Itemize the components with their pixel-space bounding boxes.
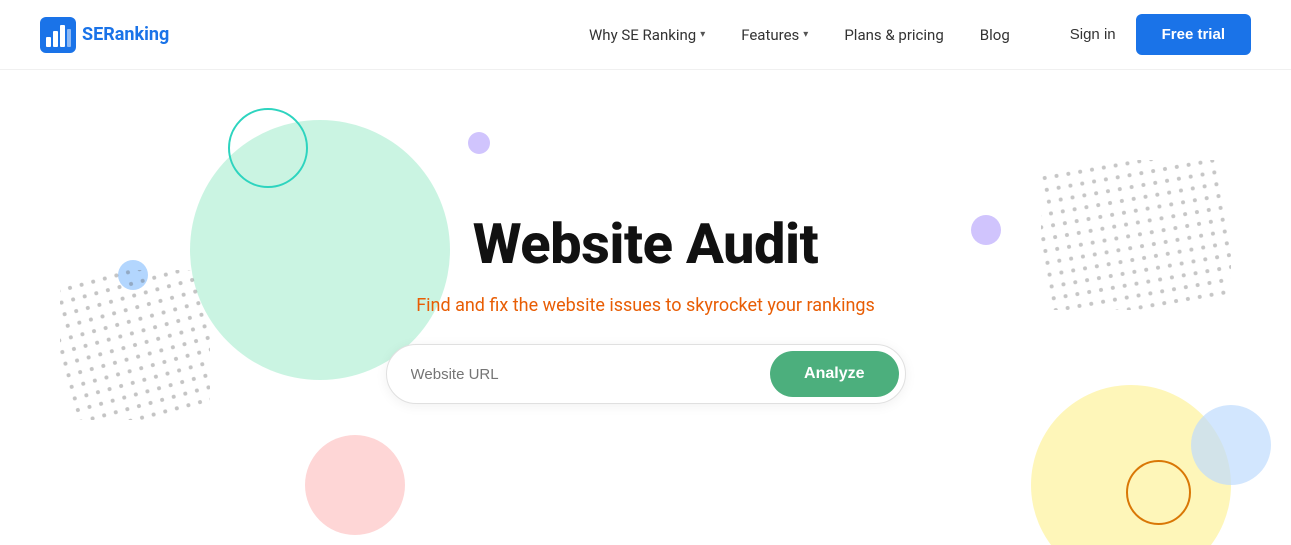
deco-pink-circle	[305, 435, 405, 535]
deco-blue-right-circle	[1191, 405, 1271, 485]
deco-dots-left	[60, 270, 210, 420]
analyze-button[interactable]: Analyze	[770, 351, 898, 397]
why-chevron-icon: ▾	[700, 29, 705, 40]
deco-purple-small-circle	[468, 132, 490, 154]
hero-title: Website Audit	[473, 211, 819, 277]
hero-subtitle: Find and fix the website issues to skyro…	[416, 295, 875, 316]
nav-why[interactable]: Why SE Ranking ▾	[589, 26, 705, 44]
hero-content: Website Audit Find and fix the website i…	[386, 211, 906, 404]
deco-purple-right-circle	[971, 215, 1001, 245]
signin-button[interactable]: Sign in	[1070, 26, 1116, 43]
nav-features[interactable]: Features ▾	[741, 26, 808, 44]
logo-text: SERanking	[82, 24, 169, 45]
logo-icon	[40, 17, 76, 53]
nav-blog[interactable]: Blog	[980, 26, 1010, 44]
navbar: SERanking Why SE Ranking ▾ Features ▾ Pl…	[0, 0, 1291, 70]
search-bar: Analyze	[386, 344, 906, 404]
deco-dots-right	[1041, 160, 1231, 310]
website-url-input[interactable]	[411, 366, 761, 383]
features-chevron-icon: ▾	[803, 29, 808, 40]
hero-section: Website Audit Find and fix the website i…	[0, 70, 1291, 545]
deco-teal-outline-circle	[228, 108, 308, 188]
logo[interactable]: SERanking	[40, 17, 169, 53]
nav-actions: Sign in Free trial	[1070, 14, 1251, 55]
nav-links: Why SE Ranking ▾ Features ▾ Plans & pric…	[589, 26, 1010, 44]
nav-pricing[interactable]: Plans & pricing	[844, 26, 943, 44]
free-trial-button[interactable]: Free trial	[1136, 14, 1251, 55]
deco-gold-outline-circle	[1126, 460, 1191, 525]
